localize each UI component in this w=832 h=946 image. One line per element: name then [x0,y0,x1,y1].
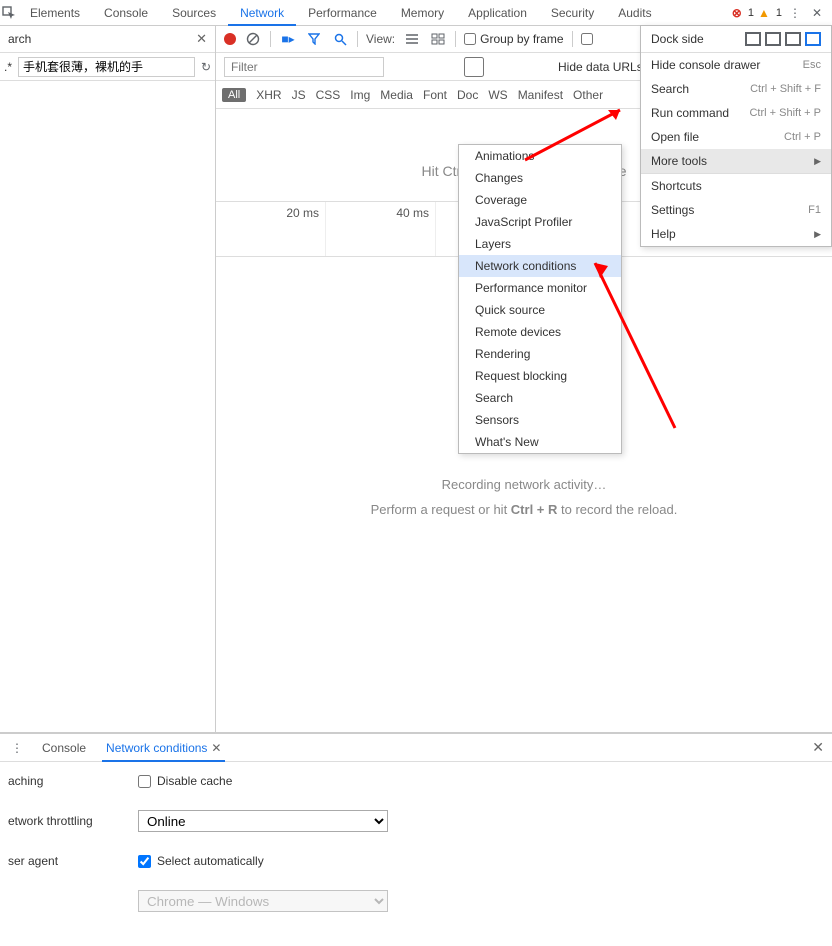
filter-icon[interactable] [305,30,323,48]
drawer-tab-network-conditions[interactable]: Network conditions✕ [102,734,225,762]
type-manifest[interactable]: Manifest [518,88,563,102]
caching-label: aching [8,774,138,788]
drawer-close-icon[interactable]: ✕ [812,739,824,756]
search-label: arch [4,32,192,46]
close-tab-icon[interactable]: ✕ [211,741,221,755]
type-media[interactable]: Media [380,88,413,102]
timeline-tick: 40 ms [326,202,436,256]
menu-search[interactable]: SearchCtrl + Shift + F [641,77,831,101]
clear-icon[interactable] [244,30,262,48]
search-input[interactable] [18,57,195,77]
dock-left-icon[interactable] [765,32,781,46]
menu-settings[interactable]: SettingsF1 [641,198,831,222]
tab-sources[interactable]: Sources [160,0,228,26]
type-js[interactable]: JS [292,88,306,102]
type-other[interactable]: Other [573,88,603,102]
tab-console[interactable]: Console [92,0,160,26]
dock-bottom-icon[interactable] [785,32,801,46]
submenu-js-profiler[interactable]: JavaScript Profiler [459,211,621,233]
main-menu: Dock side Hide console drawerEsc SearchC… [640,25,832,247]
menu-hide-drawer[interactable]: Hide console drawerEsc [641,53,831,77]
tab-audits[interactable]: Audits [606,0,663,26]
error-icon[interactable]: ⊗ [732,6,742,20]
view-grid-icon[interactable] [429,30,447,48]
submenu-network-conditions[interactable]: Network conditions [459,255,621,277]
warning-icon[interactable]: ▲ [758,6,770,20]
submenu-sensors[interactable]: Sensors [459,409,621,431]
type-font[interactable]: Font [423,88,447,102]
record-icon[interactable] [224,33,236,45]
submenu-search[interactable]: Search [459,387,621,409]
submenu-request-blocking[interactable]: Request blocking [459,365,621,387]
tab-performance[interactable]: Performance [296,0,389,26]
select-auto-checkbox[interactable]: Select automatically [138,854,264,868]
submenu-remote-devices[interactable]: Remote devices [459,321,621,343]
camera-icon[interactable]: ■▸ [279,30,297,48]
console-drawer: ⋮ Console Network conditions✕ ✕ aching D… [0,732,832,922]
tab-application[interactable]: Application [456,0,539,26]
chevron-right-icon: ▶ [814,229,821,240]
dock-right-icon[interactable] [805,32,821,46]
menu-run-command[interactable]: Run commandCtrl + Shift + P [641,101,831,125]
submenu-coverage[interactable]: Coverage [459,189,621,211]
type-xhr[interactable]: XHR [256,88,281,102]
submenu-rendering[interactable]: Rendering [459,343,621,365]
submenu-performance-monitor[interactable]: Performance monitor [459,277,621,299]
devtools-tabbar: Elements Console Sources Network Perform… [0,0,832,26]
menu-more-tools[interactable]: More tools▶ [641,149,831,173]
refresh-icon[interactable]: ↻ [201,60,211,74]
menu-help[interactable]: Help▶ [641,222,831,246]
regex-dot: .* [4,60,12,74]
throttling-label: etwork throttling [8,814,138,828]
group-by-frame-checkbox[interactable]: Group by frame [464,32,563,46]
hide-data-urls-checkbox[interactable]: Hide data URLs [394,57,643,77]
type-img[interactable]: Img [350,88,370,102]
type-doc[interactable]: Doc [457,88,478,102]
more-icon[interactable]: ⋮ [786,4,804,22]
type-ws[interactable]: WS [488,88,507,102]
menu-shortcuts[interactable]: Shortcuts [641,174,831,198]
error-count: 1 [748,7,754,19]
tab-elements[interactable]: Elements [18,0,92,26]
view-list-icon[interactable] [403,30,421,48]
throttling-select[interactable]: Online [138,810,388,832]
type-css[interactable]: CSS [316,88,341,102]
view-label: View: [366,32,395,46]
submenu-changes[interactable]: Changes [459,167,621,189]
submenu-whats-new[interactable]: What's New [459,431,621,453]
submenu-layers[interactable]: Layers [459,233,621,255]
recording-hint: Perform a request or hit Ctrl + R to rec… [216,502,832,517]
recording-text: Recording network activity… [216,477,832,492]
user-agent-label: ser agent [8,854,138,868]
tab-memory[interactable]: Memory [389,0,456,26]
preserve-log-checkbox[interactable] [581,33,593,45]
menu-open-file[interactable]: Open fileCtrl + P [641,125,831,149]
disable-cache-checkbox[interactable]: Disable cache [138,774,232,788]
type-all[interactable]: All [222,88,246,102]
tab-security[interactable]: Security [539,0,606,26]
dock-undock-icon[interactable] [745,32,761,46]
search-icon[interactable] [331,30,349,48]
tab-network[interactable]: Network [228,0,296,26]
submenu-animations[interactable]: Animations [459,145,621,167]
drawer-more-icon[interactable]: ⋮ [8,739,26,757]
user-agent-select: Chrome — Windows [138,890,388,912]
warning-count: 1 [776,7,782,19]
submenu-quick-source[interactable]: Quick source [459,299,621,321]
close-icon[interactable]: ✕ [808,4,826,22]
drawer-tab-console[interactable]: Console [38,734,90,762]
timeline-tick: 20 ms [216,202,326,256]
inspect-icon[interactable] [0,4,18,22]
chevron-right-icon: ▶ [814,156,821,167]
search-clear-icon[interactable]: ✕ [192,31,211,47]
dock-side-label: Dock side [651,32,704,46]
filter-input[interactable] [224,57,384,77]
more-tools-submenu: Animations Changes Coverage JavaScript P… [458,144,622,454]
